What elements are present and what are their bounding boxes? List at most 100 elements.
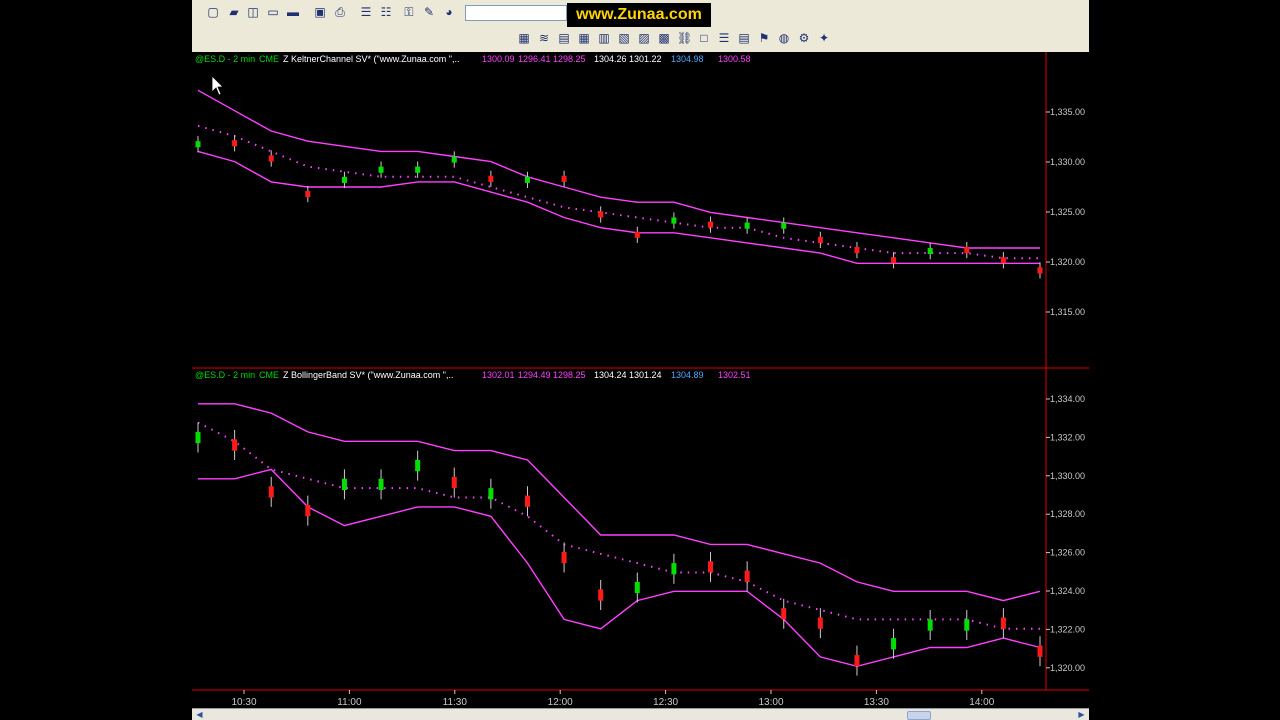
paste-chart-icon[interactable]: ☷ xyxy=(379,5,393,19)
alerts-icon[interactable]: ⚑ xyxy=(757,31,771,45)
candle-up xyxy=(781,222,787,229)
link-icon[interactable]: ⛓ xyxy=(677,31,692,45)
candle-up xyxy=(927,248,933,255)
horizontal-scrollbar[interactable]: ◀ ▶ xyxy=(192,708,1089,720)
list-icon[interactable]: ☰ xyxy=(717,31,731,45)
scanner-icon[interactable]: ▨ xyxy=(637,31,651,45)
matrix-icon[interactable]: ▩ xyxy=(657,31,671,45)
study-value: 1298.25 xyxy=(553,370,586,380)
candle-down xyxy=(488,175,494,182)
candle-down xyxy=(964,247,970,254)
candle-down xyxy=(1037,267,1043,274)
candle-down xyxy=(708,221,714,228)
candle-down xyxy=(598,211,604,218)
price-label: 1,334.00 xyxy=(1050,394,1085,404)
time-label: 13:00 xyxy=(758,697,783,708)
table-icon[interactable]: ▥ xyxy=(597,31,611,45)
candle-down xyxy=(598,589,604,601)
panel1-study: Z KeltnerChannel SV* ("www.Zunaa.com ",.… xyxy=(283,54,459,64)
scroll-thumb[interactable] xyxy=(907,711,931,720)
price-label: 1,324.00 xyxy=(1050,586,1085,596)
price-label: 1,325.00 xyxy=(1050,207,1085,217)
box-icon[interactable]: □ xyxy=(697,31,711,45)
candle-up xyxy=(964,619,970,631)
candle-down xyxy=(781,608,787,620)
candle-down xyxy=(561,175,567,182)
candle-down xyxy=(1000,257,1006,264)
candle-down xyxy=(708,561,714,573)
study-value: 1304.98 xyxy=(671,54,704,64)
candle-up xyxy=(415,166,421,173)
candle-up xyxy=(671,217,677,224)
study-value: 1298.25 xyxy=(553,54,586,64)
time-label: 11:30 xyxy=(443,697,468,708)
news-icon[interactable]: ▤ xyxy=(737,31,751,45)
candle-up xyxy=(488,488,494,500)
candle-down xyxy=(891,257,897,264)
globe-icon[interactable]: ◍ xyxy=(777,31,791,45)
study-value: 1304.26 xyxy=(594,54,627,64)
copy-chart-icon[interactable]: ☰ xyxy=(359,5,373,19)
drawing-tool-icon[interactable]: ✎ xyxy=(422,5,436,19)
price-label: 1,332.00 xyxy=(1050,432,1085,442)
time-label: 12:30 xyxy=(653,697,678,708)
grid-icon[interactable]: ▦ xyxy=(577,31,591,45)
candle-down xyxy=(634,231,640,238)
candle-down xyxy=(854,655,860,667)
time-label: 13:30 xyxy=(864,697,889,708)
candle-down xyxy=(232,439,238,451)
folder-icon[interactable]: ▬ xyxy=(286,5,300,19)
candle-down xyxy=(305,505,311,517)
scroll-left-arrow-icon[interactable]: ◀ xyxy=(194,710,205,720)
study-value: 1304.89 xyxy=(671,370,704,380)
candle-up xyxy=(927,619,933,631)
data-window-icon[interactable]: ▤ xyxy=(557,31,571,45)
bar-chart-icon[interactable]: ▦ xyxy=(517,31,531,45)
indicator-icon[interactable]: ≋ xyxy=(537,31,551,45)
candle-up xyxy=(195,431,201,444)
new-icon[interactable]: ▢ xyxy=(206,5,220,19)
price-label: 1,326.00 xyxy=(1050,548,1085,558)
panel2-header: @ES.D - 2 min CME Z BollingerBand SV* ("… xyxy=(195,370,453,380)
candle-down xyxy=(451,476,457,489)
candle-down xyxy=(268,486,274,498)
lock-icon[interactable]: ⚿ xyxy=(402,5,416,19)
print-icon[interactable]: ⎙ xyxy=(333,5,347,19)
study-value: 1300.09 xyxy=(482,54,515,64)
panel1-exchange: CME xyxy=(259,54,279,64)
chart-area[interactable]: @ES.D - 2 min CME Z KeltnerChannel SV* (… xyxy=(192,52,1089,720)
candle-down xyxy=(305,191,311,198)
panel2-symbol: @ES.D - 2 min xyxy=(195,370,255,380)
optimize-icon[interactable]: ✦ xyxy=(817,31,831,45)
study-value: 1302.51 xyxy=(718,370,751,380)
study-value: 1304.24 xyxy=(594,370,627,380)
layouts-icon[interactable]: ◫ xyxy=(246,5,260,19)
price-label: 1,320.00 xyxy=(1050,663,1085,673)
study-value: 1302.01 xyxy=(482,370,515,380)
open-icon[interactable]: ▰ xyxy=(227,5,241,19)
price-label: 1,330.00 xyxy=(1050,157,1085,167)
candle-up xyxy=(341,176,347,183)
symbol-input[interactable] xyxy=(465,5,567,21)
toolbar: ▢ ▰ ◫ ▭ ▬ ▣ ⎙ ☰ ☷ ⚿ ✎ ◕ www.Zunaa.com ▦ ≋ ▤ ▦ ▥ ▧ ▨ ▩ ⛓ □ ☰ ▤ ⚑… xyxy=(192,0,1089,53)
price-label: 1,315.00 xyxy=(1050,307,1085,317)
strategy-icon[interactable]: ⚙ xyxy=(797,31,811,45)
candle-up xyxy=(891,638,897,650)
panel1-symbol: @ES.D - 2 min xyxy=(195,54,255,64)
color-palette-icon[interactable]: ◕ xyxy=(442,5,456,19)
panel1-header: @ES.D - 2 min CME Z KeltnerChannel SV* (… xyxy=(195,54,459,64)
calendar-icon[interactable]: ▧ xyxy=(617,31,631,45)
candle-down xyxy=(232,140,238,147)
candle-up xyxy=(451,156,457,163)
panel2-study: Z BollingerBand SV* ("www.Zunaa.com ",.. xyxy=(283,370,453,380)
candle-up xyxy=(671,563,677,575)
time-label: 10:30 xyxy=(231,697,256,708)
save-icon[interactable]: ▭ xyxy=(266,5,280,19)
study-value: 1301.22 xyxy=(629,54,662,64)
brand-banner: www.Zunaa.com xyxy=(567,3,711,27)
candle-down xyxy=(561,551,567,564)
candle-down xyxy=(744,570,750,582)
window-icon[interactable]: ▣ xyxy=(313,5,327,19)
chart-background xyxy=(192,52,1089,720)
scroll-right-arrow-icon[interactable]: ▶ xyxy=(1076,710,1087,720)
